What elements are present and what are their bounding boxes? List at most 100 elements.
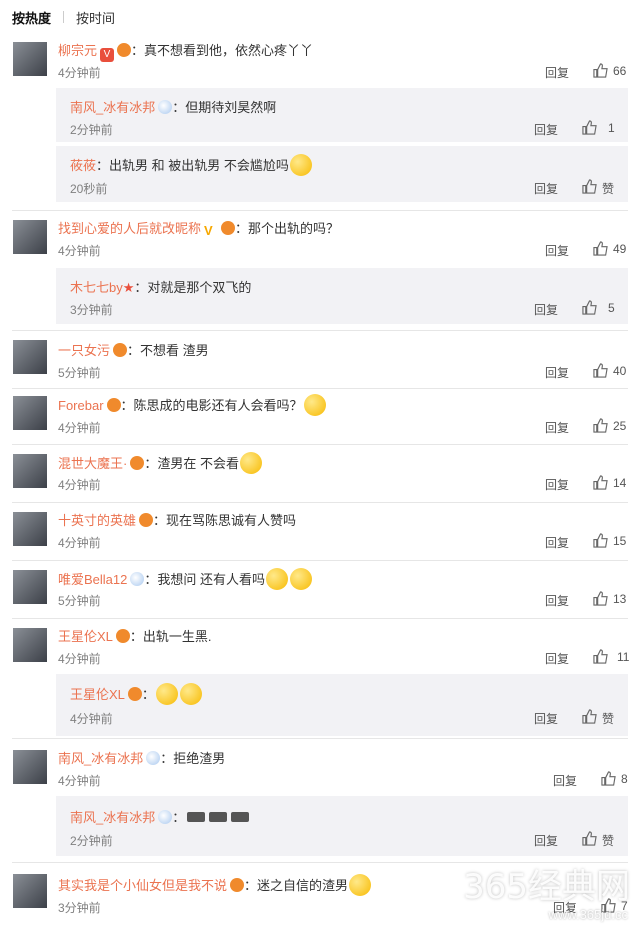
reply-button[interactable]: 回复 <box>545 476 569 493</box>
reply-time: 20秒前 <box>70 182 108 196</box>
tab-hot[interactable]: 按热度 <box>0 8 63 27</box>
avatar[interactable] <box>13 340 47 374</box>
emoji-icon <box>303 394 326 416</box>
comment-author[interactable]: 混世大魔王· <box>58 456 127 471</box>
thumbs-up-icon[interactable] <box>593 418 608 433</box>
comment-time: 4分钟前 <box>58 774 101 788</box>
comment-author[interactable]: 十英寸的英雄 <box>58 513 136 528</box>
tab-time[interactable]: 按时间 <box>64 8 127 27</box>
comment-author[interactable]: 柳宗元 <box>58 43 97 58</box>
reply-button[interactable]: 回复 <box>534 121 558 138</box>
avatar[interactable] <box>13 454 47 488</box>
thumbs-up-icon[interactable] <box>593 591 608 606</box>
avatar[interactable] <box>13 874 47 908</box>
comment-author[interactable]: 唯爱Bella12 <box>58 572 127 587</box>
like-count: 14 <box>613 476 627 490</box>
emoji-icon <box>239 452 262 474</box>
comment-text: ：那个出轨的吗？ <box>235 221 340 236</box>
like-label[interactable]: 赞 <box>602 710 614 727</box>
thumbs-up-icon[interactable] <box>601 771 616 786</box>
comment-text: ：陈思成的电影还有人会看吗？ <box>120 398 303 413</box>
reply-button[interactable]: 回复 <box>545 650 569 667</box>
divider <box>12 560 628 561</box>
reply-button[interactable]: 回复 <box>534 832 558 849</box>
like-label[interactable]: 赞 <box>602 832 614 849</box>
reply-author[interactable]: 莜莜 <box>70 158 96 173</box>
avatar[interactable] <box>13 396 47 430</box>
reply-button[interactable]: 回复 <box>553 772 577 789</box>
fan-badge-icon <box>230 878 245 892</box>
fan-badge-icon <box>127 687 142 701</box>
avatar[interactable] <box>13 512 47 546</box>
vip-badge-icon: V <box>100 48 115 62</box>
divider <box>12 502 628 503</box>
avatar[interactable] <box>13 570 47 604</box>
comment-text: ：迷之自信的渣男 <box>244 878 349 893</box>
reply-button[interactable]: 回复 <box>545 419 569 436</box>
emoji-icon <box>349 874 372 896</box>
reply-text: ：但期待刘昊然啊 <box>172 100 277 115</box>
like-count: 8 <box>621 772 628 786</box>
comment-item: 唯爱Bella12 ：我想问 还有人看吗 5分钟前 回复 13 <box>0 562 640 618</box>
vip-level-icon: V <box>204 223 213 238</box>
gem-badge-icon <box>158 810 173 824</box>
thumbs-up-icon[interactable] <box>593 475 608 490</box>
comment-time: 4分钟前 <box>58 421 101 435</box>
avatar[interactable] <box>13 42 47 76</box>
reply-time: 2分钟前 <box>70 834 113 848</box>
comment-item: 十英寸的英雄 ：现在骂陈思诚有人赞吗 4分钟前 回复 15 <box>0 504 640 560</box>
thumbs-up-icon[interactable] <box>593 63 608 78</box>
reply-button[interactable]: 回复 <box>545 64 569 81</box>
comment-author[interactable]: 南风_冰有冰邦 <box>58 751 143 766</box>
reply-text: ：对就是那个双飞的 <box>134 280 252 295</box>
fan-badge-icon <box>130 456 145 470</box>
reply-button[interactable]: 回复 <box>534 180 558 197</box>
reply-author[interactable]: 南风_冰有冰邦 <box>70 100 155 115</box>
emoji-icon <box>179 683 202 705</box>
comment-author[interactable]: 王星伦XL <box>58 629 113 644</box>
thumbs-up-icon[interactable] <box>582 179 597 194</box>
fan-badge-icon <box>106 398 121 412</box>
comment-time: 5分钟前 <box>58 594 101 608</box>
reply-button[interactable]: 回复 <box>545 242 569 259</box>
avatar[interactable] <box>13 220 47 254</box>
gun-emoji-icon <box>187 812 206 822</box>
reply-block: 王星伦XL ： 4分钟前 回复 赞 <box>56 674 628 736</box>
fan-badge-icon <box>113 343 128 357</box>
reply-author[interactable]: 木七七by <box>70 280 123 295</box>
thumbs-up-icon[interactable] <box>593 241 608 256</box>
thumbs-up-icon[interactable] <box>593 533 608 548</box>
reply-button[interactable]: 回复 <box>534 301 558 318</box>
like-label[interactable]: 赞 <box>602 180 614 197</box>
divider <box>12 618 628 619</box>
thumbs-up-icon[interactable] <box>582 120 597 135</box>
thumbs-up-icon[interactable] <box>593 649 608 664</box>
thumbs-up-icon[interactable] <box>582 831 597 846</box>
comment-item: 混世大魔王· ：渣男在 不会看 4分钟前 回复 14 <box>0 446 640 502</box>
comment-item: 找到心爱的人后就改昵称 V ：那个出轨的吗？ 4分钟前 回复 49 <box>0 212 640 268</box>
reply-author[interactable]: 南风_冰有冰邦 <box>70 810 155 825</box>
thumbs-up-icon[interactable] <box>582 709 597 724</box>
reply-block: 木七七by★：对就是那个双飞的 3分钟前 回复 5 <box>56 268 628 324</box>
like-count: 15 <box>613 534 627 548</box>
reply-button[interactable]: 回复 <box>545 534 569 551</box>
comment-item: 王星伦XL ：出轨一生黑. 4分钟前 回复 11 <box>0 620 640 674</box>
comment-item: Forebar ：陈思成的电影还有人会看吗？ 4分钟前 回复 25 <box>0 388 640 444</box>
comment-author[interactable]: 找到心爱的人后就改昵称 <box>58 221 201 236</box>
comment-author[interactable]: Forebar <box>58 398 104 413</box>
thumbs-up-icon[interactable] <box>582 300 597 315</box>
like-count: 49 <box>613 242 627 256</box>
comment-author[interactable]: 其实我是个小仙女但是我不说 <box>58 878 227 893</box>
reply-button[interactable]: 回复 <box>545 592 569 609</box>
reply-author[interactable]: 王星伦XL <box>70 687 125 702</box>
avatar[interactable] <box>13 750 47 784</box>
reply-button[interactable]: 回复 <box>545 364 569 381</box>
avatar[interactable] <box>13 628 47 662</box>
emoji-icon <box>290 568 312 590</box>
comment-author[interactable]: 一只女污 <box>58 343 110 358</box>
thumbs-up-icon[interactable] <box>593 363 608 378</box>
reply-button[interactable]: 回复 <box>534 710 558 727</box>
comment-text: ：渣男在 不会看 <box>144 456 239 471</box>
watermark-url: www.365jd.cc <box>548 907 628 922</box>
like-count: 25 <box>613 419 627 433</box>
